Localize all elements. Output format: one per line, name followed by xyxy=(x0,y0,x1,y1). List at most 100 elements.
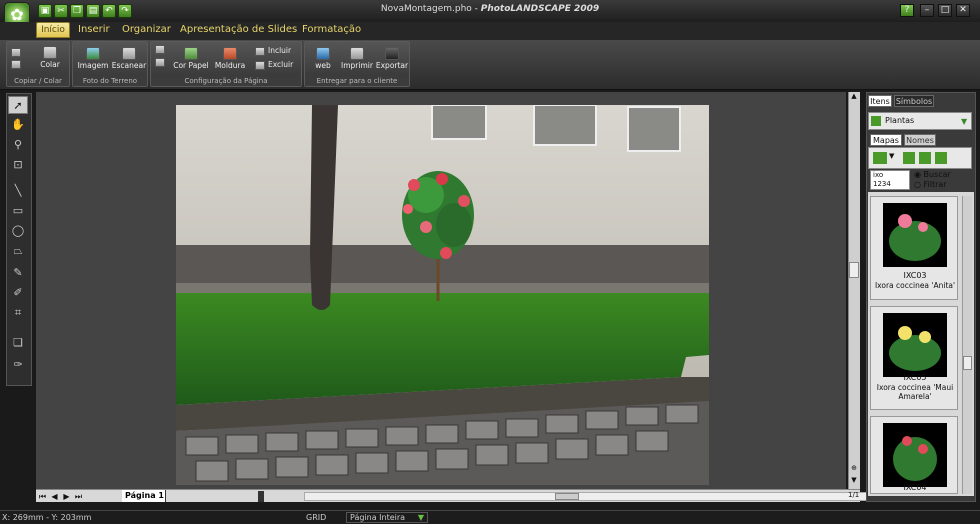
help-button[interactable]: ? xyxy=(900,4,914,17)
layer-icon[interactable]: ❏ xyxy=(8,334,28,352)
subtab-mapas[interactable]: Mapas xyxy=(870,134,902,146)
last-page-icon[interactable]: ⏭ xyxy=(74,492,83,501)
save-icon[interactable]: ▣ xyxy=(38,4,52,18)
menu-tab-organizar[interactable]: Organizar xyxy=(122,24,171,35)
panel-scroll-thumb[interactable] xyxy=(963,356,972,370)
splitter-handle[interactable] xyxy=(258,491,264,502)
crop-icon[interactable]: ⌗ xyxy=(8,304,28,322)
horizontal-scrollbar[interactable] xyxy=(304,492,874,501)
zoom-select[interactable]: Página Inteira ▼ xyxy=(346,512,428,523)
radio-filtrar[interactable]: ○ Filtrar xyxy=(914,180,974,189)
menu-tab-apresentacao[interactable]: Apresentação de Slides xyxy=(180,24,297,35)
list-item-ixc03[interactable]: IXC03 Ixora coccinea 'Anita' xyxy=(870,196,958,300)
redo-icon[interactable]: ↷ xyxy=(118,4,132,18)
wall-base-ledge xyxy=(176,283,709,293)
tab-itens[interactable]: Itens xyxy=(868,95,892,107)
favorite-icon[interactable] xyxy=(935,152,947,164)
undo-icon[interactable]: ↶ xyxy=(102,4,116,18)
first-page-icon[interactable]: ⏮ xyxy=(38,492,47,501)
page-orientation-icons[interactable] xyxy=(155,45,169,75)
image-button[interactable]: Imagem xyxy=(77,47,109,70)
group-foto-terreno: Imagem Escanear Foto do Terreno xyxy=(72,41,148,87)
group-copiar-colar: Colar Copiar / Colar xyxy=(6,41,70,87)
zoom-rect-icon[interactable]: ⊡ xyxy=(8,156,28,174)
subtab-nomes[interactable]: Nomes xyxy=(904,134,936,146)
include-page-button[interactable]: Incluir xyxy=(255,46,299,56)
panel-scrollbar[interactable] xyxy=(962,196,972,494)
paste-button[interactable]: Colar xyxy=(35,46,65,69)
horizontal-scroll-thumb[interactable] xyxy=(555,493,579,500)
minimize-button[interactable]: – xyxy=(920,4,934,17)
dropdown-arrow-icon[interactable]: ▼ xyxy=(889,152,894,160)
radio-buscar[interactable]: ◉ Buscar xyxy=(914,170,974,179)
close-button[interactable]: ✕ xyxy=(956,4,970,17)
paste-clipboard-icon xyxy=(43,46,57,59)
window xyxy=(431,105,487,140)
paint-brush-icon[interactable]: ✐ xyxy=(8,284,28,302)
cut-icon[interactable]: ✂ xyxy=(54,4,68,18)
category-label: Plantas xyxy=(885,116,915,125)
group-label: Configuração da Página xyxy=(151,76,301,86)
print-button[interactable]: Imprimir xyxy=(341,47,373,70)
paste-icon[interactable]: ▤ xyxy=(86,4,100,18)
export-button[interactable]: Exportar xyxy=(375,47,409,70)
frame-button[interactable]: Moldura xyxy=(213,47,247,70)
cursor-coords: X: 269mm - Y: 203mm xyxy=(2,513,92,522)
rectangle-tool-icon[interactable]: ▭ xyxy=(8,202,28,220)
add-page-icon xyxy=(255,46,265,56)
menu-tab-inicio[interactable]: Início xyxy=(36,22,70,38)
search-input[interactable]: ixo 1234 xyxy=(870,170,910,190)
hand-icon[interactable]: ✋ xyxy=(8,116,28,134)
group-label: Foto do Terreno xyxy=(73,76,147,86)
menu-tab-formatacao[interactable]: Formatação xyxy=(302,24,361,35)
pen-icon[interactable]: ✑ xyxy=(8,356,28,374)
scroll-down-icon[interactable]: ▼ xyxy=(849,476,859,486)
select-arrow-icon[interactable]: ➚ xyxy=(8,96,28,114)
web-button[interactable]: web xyxy=(309,47,337,70)
copy-icon[interactable]: ❐ xyxy=(70,4,84,18)
item-name: Ixora coccinea 'Maui Amarela' xyxy=(876,383,954,401)
landscape-photo[interactable] xyxy=(176,105,709,485)
window xyxy=(627,106,681,152)
tab-simbolos[interactable]: Símbolos xyxy=(894,95,934,107)
vertical-scrollbar[interactable]: ▲ ⊕ ▼ xyxy=(848,92,860,489)
copy-small-icon[interactable] xyxy=(11,46,27,74)
item-name: Ixora coccinea 'Anita' xyxy=(874,281,956,290)
dropper-icon[interactable]: ✎ xyxy=(8,264,28,282)
page-tab[interactable]: Página 1 xyxy=(122,490,166,502)
next-page-icon[interactable]: ▶ xyxy=(62,492,71,501)
paper-color-button[interactable]: Cor Papel xyxy=(173,47,209,70)
paper-color-icon xyxy=(184,47,198,60)
window-title: NovaMontagem.pho - PhotoLANDSCAPE 2009 xyxy=(380,4,600,14)
group-label: Entregar para o cliente xyxy=(305,76,409,86)
category-dropdown[interactable]: Plantas ▼ xyxy=(868,112,972,130)
scroll-up-icon[interactable]: ▲ xyxy=(849,92,859,102)
maximize-button[interactable]: □ xyxy=(938,4,952,17)
menu-tab-inserir[interactable]: Inserir xyxy=(78,24,110,35)
zoom-in-icon[interactable]: ⊕ xyxy=(849,464,859,474)
panel-toolbar: ▼ xyxy=(868,147,972,169)
scan-button[interactable]: Escanear xyxy=(111,47,147,70)
scroll-thumb[interactable] xyxy=(849,262,859,278)
line-tool-icon[interactable]: ╲ xyxy=(8,182,28,200)
delete-page-button[interactable]: Excluir xyxy=(255,60,299,70)
export-disk-icon xyxy=(385,47,399,60)
plant-filter-icon[interactable] xyxy=(873,152,887,164)
grid-toggle[interactable]: GRID xyxy=(306,513,326,522)
ixora-maui-thumbnail xyxy=(889,326,941,371)
status-bar: X: 269mm - Y: 203mm GRID Página Inteira … xyxy=(0,510,980,524)
group-entregar-cliente: web Imprimir Exportar Entregar para o cl… xyxy=(304,41,410,87)
home-icon[interactable] xyxy=(903,152,915,164)
zoom-icon[interactable]: ⚲ xyxy=(8,136,28,154)
scanner-icon xyxy=(122,47,136,60)
next-icon[interactable] xyxy=(919,152,931,164)
ixora-anita-thumbnail xyxy=(889,214,941,261)
ellipse-tool-icon[interactable]: ◯ xyxy=(8,222,28,240)
image-icon xyxy=(86,47,100,60)
list-item-ixc05[interactable]: IXC05 Ixora coccinea 'Maui Amarela' xyxy=(870,306,958,410)
photo-montage xyxy=(176,105,709,485)
prev-page-icon[interactable]: ◀ xyxy=(50,492,59,501)
polygon-tool-icon[interactable]: ⏢ xyxy=(8,242,28,260)
list-item-ixc04[interactable]: IXC04 xyxy=(870,416,958,494)
frame-icon xyxy=(223,47,237,60)
